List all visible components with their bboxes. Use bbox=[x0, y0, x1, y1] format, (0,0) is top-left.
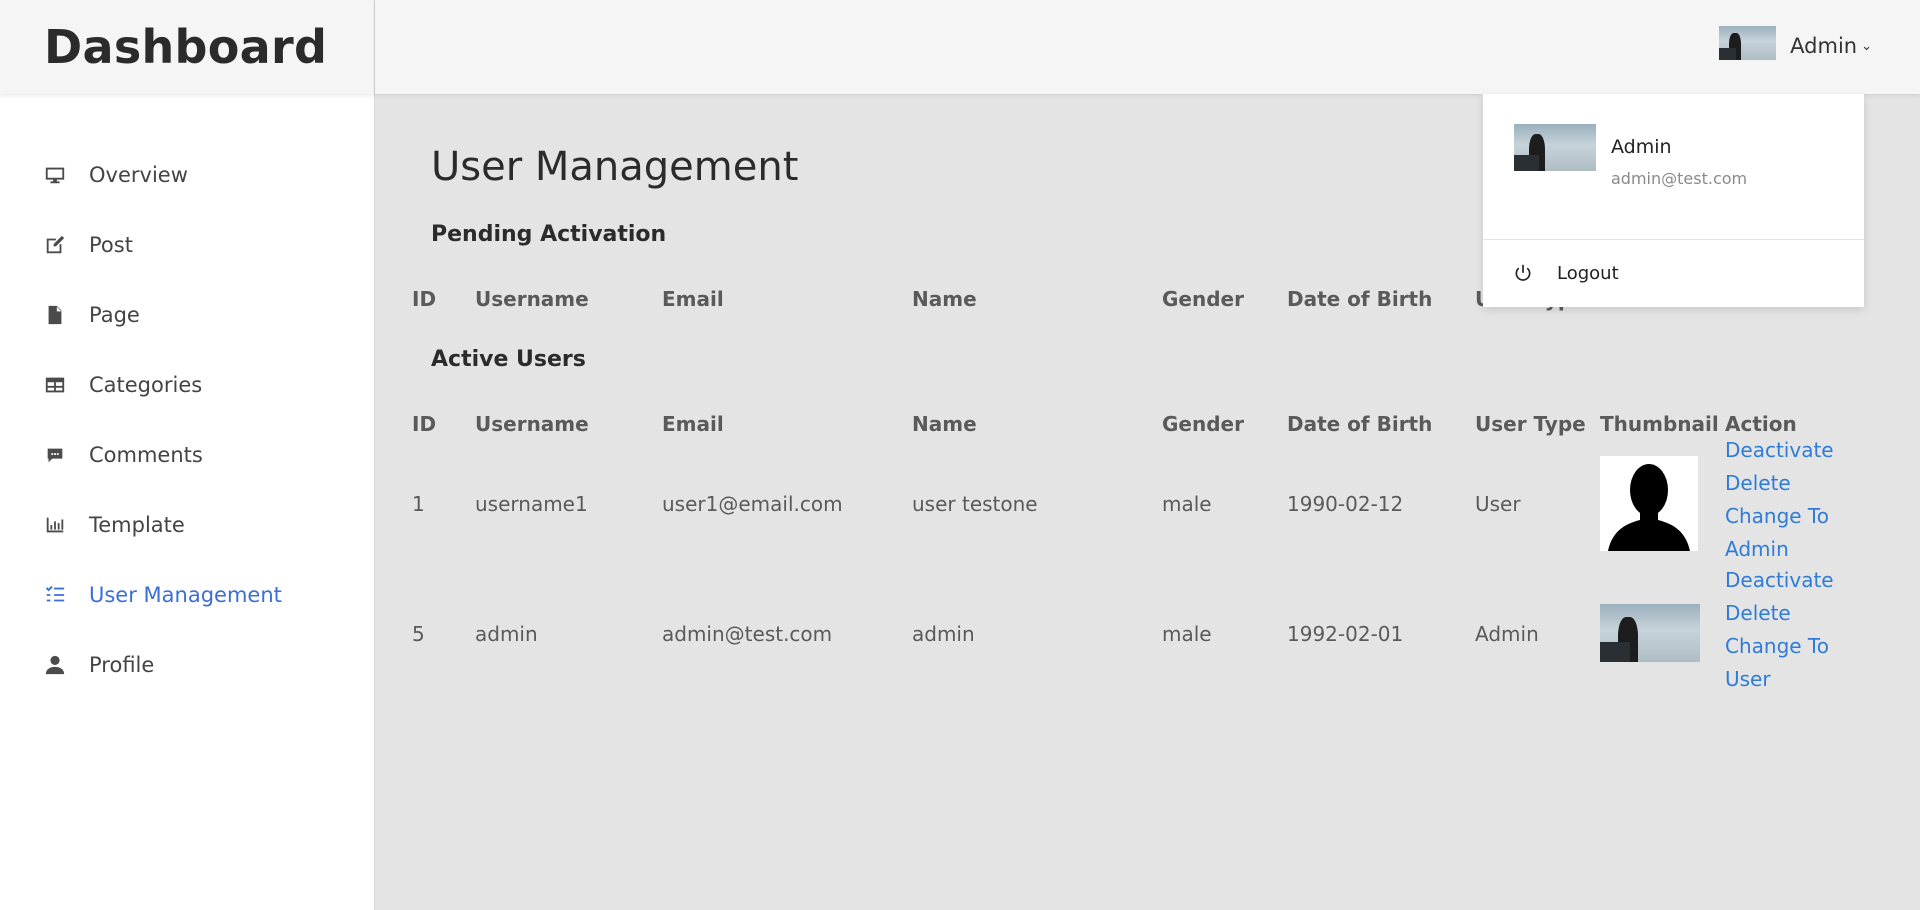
table-header: Name bbox=[912, 287, 977, 311]
sidebar-item-profile[interactable]: Profile bbox=[0, 630, 374, 700]
sidebar-item-label: Categories bbox=[89, 373, 203, 397]
chevron-down-icon: ⌄ bbox=[1861, 38, 1872, 54]
cell-gender: male bbox=[1162, 492, 1212, 516]
cell-name: admin bbox=[912, 622, 975, 646]
cell-email: admin@test.com bbox=[662, 622, 833, 646]
sidebar-item-label: Comments bbox=[89, 443, 203, 467]
sidebar: Dashboard Overview Post Page Categories bbox=[0, 0, 375, 910]
power-icon bbox=[1515, 264, 1531, 281]
table-icon bbox=[43, 373, 67, 397]
cell-email: user1@email.com bbox=[662, 492, 843, 516]
sidebar-item-label: Post bbox=[89, 233, 133, 257]
delete-link[interactable]: Delete bbox=[1725, 467, 1791, 500]
table-header: Name bbox=[912, 412, 977, 436]
table-header: Username bbox=[475, 412, 589, 436]
user-silhouette-icon bbox=[1600, 456, 1698, 551]
cell-user-type: Admin bbox=[1475, 622, 1539, 646]
topbar: Admin ⌄ bbox=[375, 0, 1920, 94]
table-header: Username bbox=[475, 287, 589, 311]
dropdown-user-name: Admin bbox=[1611, 136, 1672, 158]
cell-dob: 1992-02-01 bbox=[1287, 622, 1404, 646]
table-header: Date of Birth bbox=[1287, 412, 1433, 436]
sidebar-item-user-management[interactable]: User Management bbox=[0, 560, 374, 630]
table-header: Gender bbox=[1162, 412, 1244, 436]
bar-chart-icon bbox=[43, 513, 67, 537]
user-menu-toggle[interactable]: Admin ⌄ bbox=[1719, 20, 1872, 72]
change-role-link-target[interactable]: User bbox=[1725, 663, 1771, 696]
sidebar-item-label: Page bbox=[89, 303, 140, 327]
sidebar-item-label: Overview bbox=[89, 163, 188, 187]
monitor-icon bbox=[43, 163, 67, 187]
cell-dob: 1990-02-12 bbox=[1287, 492, 1404, 516]
sidebar-item-comments[interactable]: Comments bbox=[0, 420, 374, 490]
edit-icon bbox=[43, 233, 67, 257]
cell-username: username1 bbox=[475, 492, 588, 516]
pending-section-title: Pending Activation bbox=[431, 222, 667, 247]
deactivate-link[interactable]: Deactivate bbox=[1725, 564, 1834, 597]
table-header: Date of Birth bbox=[1287, 287, 1433, 311]
sidebar-item-template[interactable]: Template bbox=[0, 490, 374, 560]
table-header: ID bbox=[412, 287, 437, 311]
delete-link[interactable]: Delete bbox=[1725, 597, 1791, 630]
sidebar-item-page[interactable]: Page bbox=[0, 280, 374, 350]
user-menu-label: Admin bbox=[1790, 34, 1858, 58]
avatar bbox=[1719, 26, 1777, 60]
cell-name: user testone bbox=[912, 492, 1038, 516]
change-role-link-target[interactable]: Admin bbox=[1725, 533, 1789, 566]
sidebar-item-overview[interactable]: Overview bbox=[0, 140, 374, 210]
table-header: Gender bbox=[1162, 287, 1244, 311]
cell-user-type: User bbox=[1475, 492, 1521, 516]
avatar bbox=[1514, 124, 1596, 171]
table-header: Thumbnail bbox=[1600, 412, 1719, 436]
sidebar-item-label: User Management bbox=[89, 583, 282, 607]
sidebar-item-label: Profile bbox=[89, 653, 155, 677]
logout-label: Logout bbox=[1557, 262, 1619, 284]
table-header: Action bbox=[1725, 412, 1797, 436]
list-check-icon bbox=[43, 583, 67, 607]
table-header: User Type bbox=[1475, 412, 1586, 436]
sidebar-item-post[interactable]: Post bbox=[0, 210, 374, 280]
cell-gender: male bbox=[1162, 622, 1212, 646]
sidebar-nav: Overview Post Page Categories Comments T… bbox=[0, 94, 374, 700]
user-thumbnail bbox=[1600, 456, 1698, 551]
table-header: ID bbox=[412, 412, 437, 436]
sidebar-item-categories[interactable]: Categories bbox=[0, 350, 374, 420]
deactivate-link[interactable]: Deactivate bbox=[1725, 434, 1834, 467]
user-thumbnail bbox=[1600, 604, 1700, 662]
user-dropdown-menu: Admin admin@test.com Logout bbox=[1483, 94, 1864, 307]
cell-id: 5 bbox=[412, 622, 425, 646]
dropdown-user-email: admin@test.com bbox=[1611, 169, 1748, 188]
comment-icon bbox=[43, 443, 67, 467]
sidebar-item-label: Template bbox=[89, 513, 185, 537]
file-icon bbox=[43, 303, 67, 327]
user-icon bbox=[43, 653, 67, 677]
cell-username: admin bbox=[475, 622, 538, 646]
page-title: User Management bbox=[431, 144, 799, 190]
logout-button[interactable]: Logout bbox=[1483, 240, 1864, 306]
change-role-link[interactable]: Change To bbox=[1725, 630, 1829, 663]
cell-id: 1 bbox=[412, 492, 425, 516]
change-role-link[interactable]: Change To bbox=[1725, 500, 1829, 533]
brand-title[interactable]: Dashboard bbox=[0, 0, 374, 94]
active-section-title: Active Users bbox=[431, 347, 586, 372]
table-header: Email bbox=[662, 412, 724, 436]
table-header: Email bbox=[662, 287, 724, 311]
dropdown-user-info: Admin admin@test.com bbox=[1483, 94, 1864, 240]
